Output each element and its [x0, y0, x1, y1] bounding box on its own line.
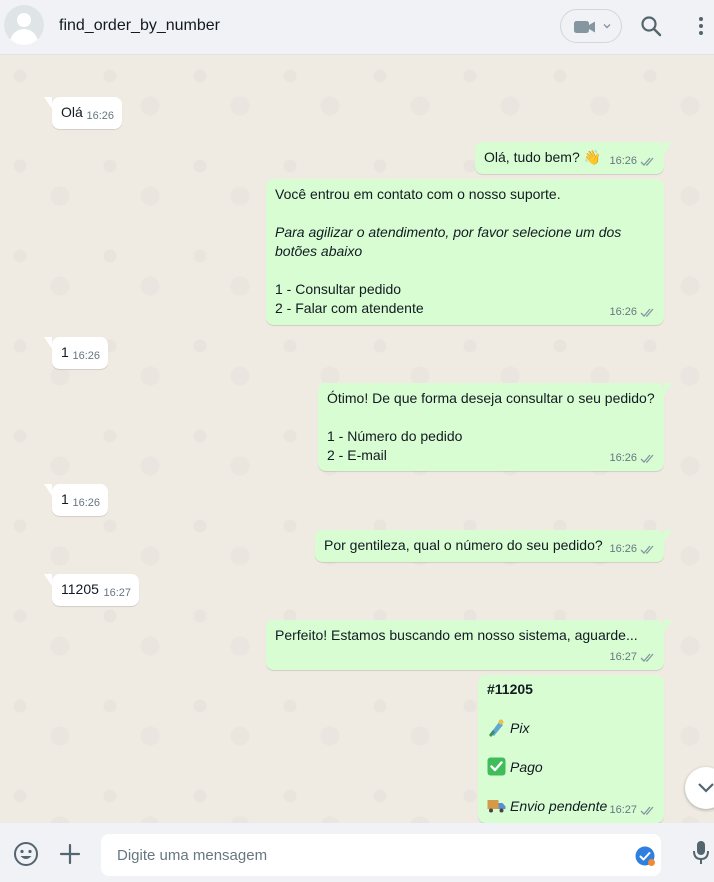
- message-incoming[interactable]: 1 16:26: [44, 484, 108, 516]
- double-check-icon: [640, 806, 654, 815]
- message-text-italic: Para agilizar o atendimento, por favor s…: [275, 223, 655, 242]
- double-check-icon: [640, 653, 654, 662]
- bubble-tail: [44, 337, 52, 349]
- message-outgoing[interactable]: Ótimo! De que forma deseja consultar o s…: [318, 383, 672, 471]
- avatar-head: [17, 13, 31, 27]
- money-transfer-icon: [489, 719, 504, 737]
- double-check-icon: [640, 545, 654, 554]
- microphone-icon[interactable]: [692, 840, 710, 866]
- message-time: 16:26: [86, 110, 114, 122]
- bubble-tail: [44, 484, 52, 496]
- message-input[interactable]: [117, 834, 617, 876]
- bubble-tail: [664, 530, 672, 542]
- order-summary-message[interactable]: #11205 Pix Pago Envio pendente 16:27: [478, 675, 664, 823]
- message-meta: 16:27: [609, 648, 656, 667]
- message-text: 1 - Número do pedido: [327, 428, 463, 444]
- chevron-down-icon: [698, 783, 714, 793]
- chat-title[interactable]: find_order_by_number: [59, 17, 220, 35]
- shipping-status: Envio pendente: [510, 798, 608, 814]
- payment-method-line: Pix: [487, 718, 655, 738]
- message-meta: 16:27: [609, 801, 656, 820]
- message-meta: 16:26: [72, 347, 100, 366]
- message-time: 16:26: [72, 350, 100, 362]
- message-text-content: Olá, tudo bem? 👋: [484, 149, 602, 165]
- bubble-tail: [664, 142, 672, 154]
- message-time: 16:26: [609, 306, 637, 318]
- attach-plus-icon[interactable]: [58, 842, 82, 866]
- italic-text: botões abaixo: [275, 243, 363, 259]
- order-number: #11205: [487, 681, 533, 697]
- message-time: 16:26: [72, 497, 100, 509]
- menu-dots-icon[interactable]: [694, 15, 708, 37]
- message-incoming[interactable]: 1 16:26: [44, 337, 108, 369]
- message-meta: 16:26: [86, 107, 114, 126]
- chat-header: find_order_by_number: [0, 0, 714, 55]
- avatar-body: [10, 29, 38, 45]
- grammar-check-icon[interactable]: [635, 846, 655, 866]
- message-time: 16:27: [103, 587, 131, 599]
- message-composer: [0, 823, 714, 882]
- video-camera-icon: [574, 21, 595, 33]
- bubble-tail: [44, 97, 52, 109]
- payment-status: Pago: [510, 759, 543, 775]
- double-check-icon: [640, 308, 654, 317]
- bubble-tail: [44, 574, 52, 586]
- message-text: Você entrou em contato com o nosso supor…: [275, 186, 561, 202]
- chat-area[interactable]: Olá 16:26 Olá, tudo bem? 👋 16:26 Você en…: [0, 56, 714, 823]
- delivery-truck-icon: [487, 800, 506, 813]
- message-text: 2 - E-mail: [327, 447, 387, 463]
- message-text: Por gentileza, qual o número do seu pedi…: [324, 537, 603, 553]
- double-check-icon: [640, 157, 654, 166]
- bubble-tail: [664, 383, 672, 395]
- payment-status-line: Pago: [487, 757, 655, 777]
- bubble-tail: [664, 620, 672, 632]
- message-time: 16:26: [609, 543, 637, 555]
- message-input-box[interactable]: [101, 834, 661, 876]
- message-incoming[interactable]: 11205 16:27: [44, 574, 139, 606]
- message-meta: 16:26: [609, 152, 656, 171]
- message-time: 16:26: [609, 155, 637, 167]
- contact-avatar[interactable]: [4, 5, 44, 45]
- check-mark-button-icon: [487, 757, 506, 776]
- message-incoming[interactable]: Olá 16:26: [44, 97, 122, 129]
- message-outgoing[interactable]: Você entrou em contato com o nosso supor…: [266, 179, 664, 325]
- message-outgoing[interactable]: Perfeito! Estamos buscando em nosso sist…: [266, 620, 672, 670]
- search-icon[interactable]: [640, 15, 662, 37]
- message-text: Ótimo! De que forma deseja consultar o s…: [327, 390, 655, 406]
- italic-text: Para agilizar o atendimento, por favor s…: [275, 224, 622, 240]
- payment-method: Pix: [510, 720, 530, 736]
- message-meta: 16:26: [609, 449, 656, 468]
- message-meta: 16:26: [609, 540, 656, 559]
- message-text-italic: botões abaixo: [275, 242, 655, 261]
- video-call-button[interactable]: [560, 9, 622, 43]
- message-text: 2 - Falar com atendente: [275, 300, 424, 316]
- message-text: Perfeito! Estamos buscando em nosso sist…: [275, 627, 638, 643]
- chevron-down-icon: [603, 24, 611, 29]
- message-text: 1 - Consultar pedido: [275, 281, 402, 297]
- message-outgoing[interactable]: Olá, tudo bem? 👋 16:26: [475, 142, 672, 174]
- message-meta: 16:26: [609, 303, 656, 322]
- message-meta: 16:26: [72, 494, 100, 513]
- message-time: 16:27: [609, 651, 637, 663]
- message-time: 16:27: [609, 804, 637, 816]
- message-outgoing[interactable]: Por gentileza, qual o número do seu pedi…: [315, 530, 672, 562]
- message-meta: 16:27: [103, 584, 131, 603]
- scroll-to-bottom-button[interactable]: [685, 767, 714, 809]
- double-check-icon: [640, 454, 654, 463]
- emoji-icon[interactable]: [13, 841, 39, 867]
- message-time: 16:26: [609, 452, 637, 464]
